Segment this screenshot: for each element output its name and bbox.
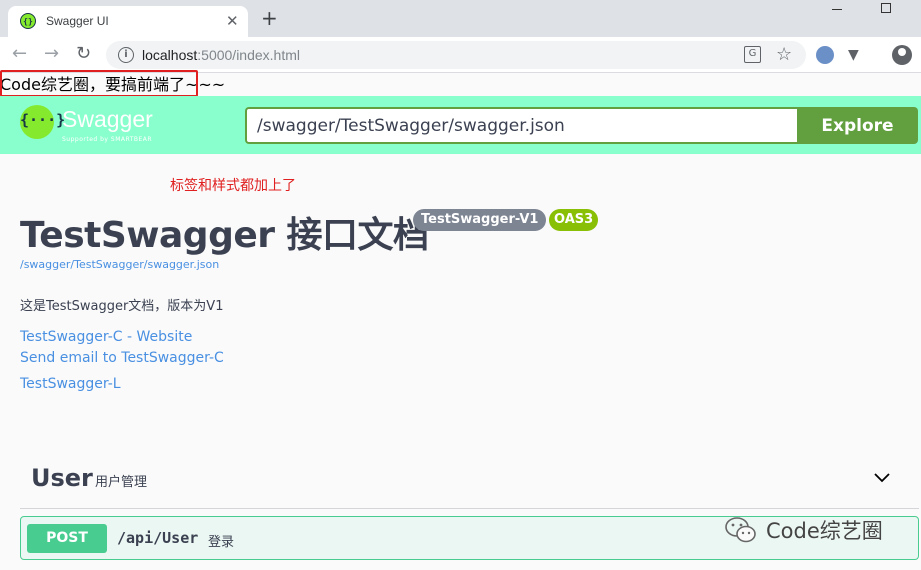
wechat-icon xyxy=(725,517,756,543)
swagger-favicon-icon: {} xyxy=(20,13,36,29)
tag-header-user[interactable]: User 用户管理 xyxy=(20,456,919,509)
reload-icon[interactable]: ↻ xyxy=(76,44,91,64)
tab-title: Swagger UI xyxy=(46,14,109,28)
explore-form: Explore xyxy=(245,107,918,144)
browser-tab-strip: {} Swagger UI ✕ + xyxy=(0,0,921,37)
api-title: TestSwagger 接口文档 xyxy=(20,215,429,256)
version-badge: TestSwagger-V1 xyxy=(413,209,547,231)
tag-name: User xyxy=(31,464,93,492)
operation-summary: 登录 xyxy=(208,535,235,550)
url-host: localhost xyxy=(142,47,198,63)
vue-devtools-icon[interactable]: ▼ xyxy=(848,47,859,63)
tab-close-icon[interactable]: ✕ xyxy=(226,12,239,30)
annotation-text: 标签和样式都加上了 xyxy=(170,178,296,194)
swagger-topbar: {···} Swagger Supported by SMARTBEAR Exp… xyxy=(0,96,921,154)
swagger-brand[interactable]: Swagger xyxy=(62,106,153,133)
operation-path: /api/User xyxy=(117,529,199,547)
spec-json-link[interactable]: /swagger/TestSwagger/swagger.json xyxy=(20,258,219,271)
api-description: 这是TestSwagger文档，版本为V1 xyxy=(20,299,224,314)
url-text[interactable]: localhost:5000/index.html xyxy=(142,47,300,63)
explore-button[interactable]: Explore xyxy=(797,107,918,144)
watermark-text: Code综艺圈 xyxy=(766,519,883,543)
wechat-watermark: Code综艺圈 xyxy=(724,512,883,548)
back-arrow-icon[interactable]: ← xyxy=(12,44,27,64)
translate-icon[interactable]: G xyxy=(744,46,761,63)
extension-icon[interactable] xyxy=(816,46,834,64)
method-badge: POST xyxy=(27,524,107,553)
highlight-box xyxy=(0,70,198,97)
oas-badge: OAS3 xyxy=(549,209,599,231)
license-link[interactable]: TestSwagger-L xyxy=(20,376,121,392)
new-tab-icon[interactable]: + xyxy=(261,8,278,28)
window-minimize-icon[interactable] xyxy=(832,9,842,10)
window-maximize-icon[interactable] xyxy=(881,3,891,13)
contact-email-link[interactable]: Send email to TestSwagger-C xyxy=(20,350,224,366)
tag-description: 用户管理 xyxy=(95,475,148,490)
chevron-down-icon[interactable] xyxy=(872,468,892,488)
browser-toolbar: ← → ↻ i localhost:5000/index.html G ☆ ▼ xyxy=(0,37,921,73)
site-info-icon[interactable]: i xyxy=(118,47,134,63)
swagger-logo-icon[interactable]: {···} xyxy=(20,105,65,139)
svg-text:{}: {} xyxy=(23,17,33,26)
address-bar[interactable]: i localhost:5000/index.html G ☆ xyxy=(106,41,806,69)
spec-url-input[interactable] xyxy=(245,107,797,144)
url-path: :5000/index.html xyxy=(197,47,300,63)
contact-website-link[interactable]: TestSwagger-C - Website xyxy=(20,329,192,345)
bookmark-star-icon[interactable]: ☆ xyxy=(776,44,792,65)
browser-tab[interactable]: {} Swagger UI ✕ xyxy=(8,6,248,37)
swagger-brand-sub: Supported by SMARTBEAR xyxy=(62,136,153,143)
forward-arrow-icon[interactable]: → xyxy=(44,44,59,64)
profile-avatar-icon[interactable] xyxy=(892,45,912,65)
